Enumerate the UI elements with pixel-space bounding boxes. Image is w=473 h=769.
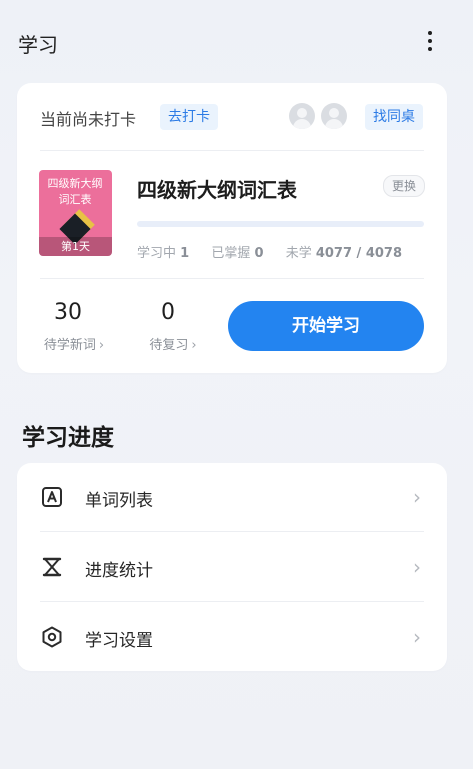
- book-progress-bar: [137, 221, 424, 227]
- mastered-value: 0: [254, 246, 264, 261]
- settings-icon: [42, 626, 62, 648]
- chevron-right-icon: ›: [413, 625, 421, 649]
- unlearned-value: 4077 / 4078: [315, 246, 403, 261]
- word-list-icon: [42, 487, 62, 507]
- chevron-right-icon: ›: [413, 555, 421, 579]
- divider: [40, 601, 424, 602]
- divider: [40, 531, 424, 532]
- menu-item-word-list[interactable]: 单词列表 ›: [17, 463, 447, 533]
- new-words-label: 待学新词: [43, 338, 96, 353]
- menu-item-label: 单词列表: [85, 491, 153, 511]
- new-words-link[interactable]: 待学新词 ›: [40, 334, 108, 353]
- find-deskmate-button[interactable]: 找同桌: [365, 104, 423, 130]
- divider: [40, 278, 424, 279]
- section-title: 学习进度: [22, 425, 114, 451]
- book-cover-title: 四级新大纲词汇表: [47, 177, 103, 206]
- menu-item-label: 进度统计: [85, 561, 153, 581]
- review-link[interactable]: 待复习 ›: [146, 334, 200, 353]
- clock-in-button[interactable]: 去打卡: [160, 104, 218, 130]
- review-count[interactable]: 0: [146, 300, 190, 325]
- menu-item-progress-stats[interactable]: 进度统计 ›: [17, 533, 447, 603]
- more-vert-icon[interactable]: [418, 28, 442, 54]
- divider: [40, 150, 424, 151]
- book-stats: 学习中 1 已掌握 0 未学 4077 / 4078: [137, 242, 402, 261]
- book-cover[interactable]: 四级新大纲词汇表 第1天: [39, 170, 112, 256]
- menu-item-label: 学习设置: [85, 631, 153, 651]
- book-title: 四级新大纲词汇表: [137, 178, 297, 202]
- progress-stats-icon: [42, 557, 62, 577]
- chevron-right-icon: ›: [413, 485, 421, 509]
- clock-status-text: 当前尚未打卡: [40, 110, 137, 129]
- start-learning-button[interactable]: 开始学习: [228, 301, 424, 351]
- learning-label: 学习中: [137, 246, 177, 261]
- unlearned-label: 未学: [285, 246, 312, 261]
- book-cover-day: 第1天: [39, 237, 112, 256]
- new-words-count[interactable]: 30: [40, 300, 96, 325]
- user-avatar-icon[interactable]: [321, 103, 347, 129]
- chevron-right-icon: ›: [191, 338, 197, 353]
- review-label: 待复习: [149, 338, 189, 353]
- page-title: 学习: [18, 33, 58, 57]
- chevron-right-icon: ›: [98, 338, 105, 353]
- user-avatar-icon[interactable]: [289, 103, 315, 129]
- change-book-button[interactable]: 更换: [383, 175, 425, 197]
- mastered-label: 已掌握: [211, 246, 251, 261]
- menu-item-settings[interactable]: 学习设置 ›: [17, 603, 447, 673]
- learning-value: 1: [180, 246, 190, 261]
